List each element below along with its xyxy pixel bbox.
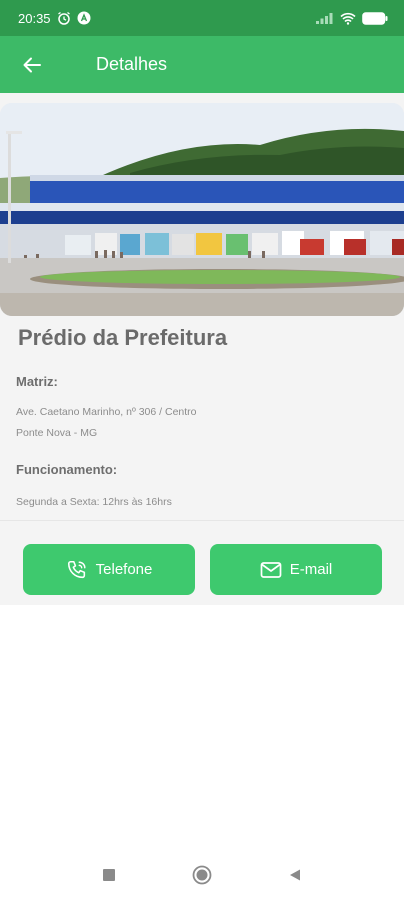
funcionamento-label: Funcionamento: (16, 462, 118, 477)
page-title: Detalhes (96, 54, 168, 74)
signal-icon (316, 12, 334, 24)
phone-icon (67, 560, 86, 578)
email-button[interactable]: E-mail (210, 544, 382, 595)
mail-icon (260, 561, 282, 578)
building-photo (0, 103, 404, 316)
app-notification-icon (77, 11, 91, 25)
email-button-label: E-mail (289, 561, 333, 578)
matriz-label: Matriz: (16, 374, 58, 389)
system-nav-bar (0, 850, 404, 900)
back-triangle-icon (290, 869, 300, 881)
recents-square-icon (103, 869, 115, 881)
address-line-1: Ave. Caetano Marinho, nº 306 / Centro (16, 406, 197, 418)
status-right (316, 11, 388, 25)
back-button[interactable] (18, 51, 46, 79)
status-time: 20:35 (18, 10, 51, 26)
status-bar: 20:35 (0, 0, 404, 36)
recents-button[interactable] (102, 868, 116, 882)
opening-hours: Segunda a Sexta: 12hrs às 16hrs (16, 496, 172, 508)
arrow-left-icon (23, 57, 41, 72)
home-circle-icon (192, 865, 212, 885)
battery-icon (362, 11, 388, 25)
status-left: 20:35 (18, 11, 91, 26)
address-line-2: Ponte Nova - MG (16, 427, 98, 439)
divider (0, 520, 404, 521)
app-bar: Detalhes (0, 36, 404, 93)
phone-button-label: Telefone (95, 561, 153, 578)
alarm-icon (57, 11, 71, 25)
home-button[interactable] (192, 865, 212, 885)
wifi-icon (340, 12, 356, 25)
system-back-button[interactable] (288, 868, 302, 882)
details-content: Prédio da Prefeitura Matriz: Ave. Caetan… (0, 93, 404, 605)
place-title: Prédio da Prefeitura (18, 325, 228, 350)
phone-button[interactable]: Telefone (23, 544, 195, 595)
